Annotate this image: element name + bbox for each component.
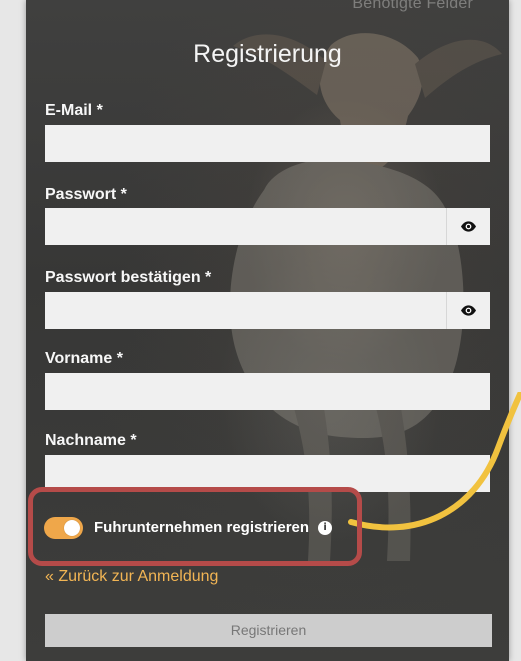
eye-icon — [461, 221, 476, 232]
back-to-login-link[interactable]: « Zurück zur Anmeldung — [45, 567, 218, 587]
password-label: Passwort * — [45, 186, 127, 203]
first-name-field[interactable] — [45, 373, 490, 410]
first-name-label: Vorname * — [45, 350, 123, 367]
password-visibility-toggle[interactable] — [446, 208, 490, 245]
confirm-password-field-group — [45, 292, 490, 329]
company-registration-label: Fuhrunternehmen registrieren — [94, 519, 310, 536]
password-field-group — [45, 208, 490, 245]
company-registration-toggle[interactable] — [44, 517, 83, 539]
confirm-password-label: Passwort bestätigen * — [45, 269, 212, 286]
confirm-password-visibility-toggle[interactable] — [446, 292, 490, 329]
email-field[interactable] — [45, 125, 490, 162]
background-animal-image — [230, 33, 502, 561]
registration-screen: Benötigte Felder Registrierung E-Mail * … — [0, 0, 521, 661]
info-icon[interactable]: i — [318, 521, 333, 535]
registration-panel: Benötigte Felder Registrierung E-Mail * … — [26, 0, 509, 661]
eye-icon — [461, 305, 476, 316]
page-title: Registrierung — [193, 40, 342, 68]
toggle-knob — [64, 520, 80, 536]
last-name-field[interactable] — [45, 455, 490, 492]
company-registration-row: Fuhrunternehmen registrieren i — [44, 515, 333, 541]
required-fields-hint: Benötigte Felder — [352, 0, 473, 12]
email-label: E-Mail * — [45, 102, 103, 119]
confirm-password-field[interactable] — [45, 292, 446, 329]
password-field[interactable] — [45, 208, 446, 245]
register-button[interactable]: Registrieren — [45, 614, 492, 647]
last-name-label: Nachname * — [45, 432, 137, 449]
